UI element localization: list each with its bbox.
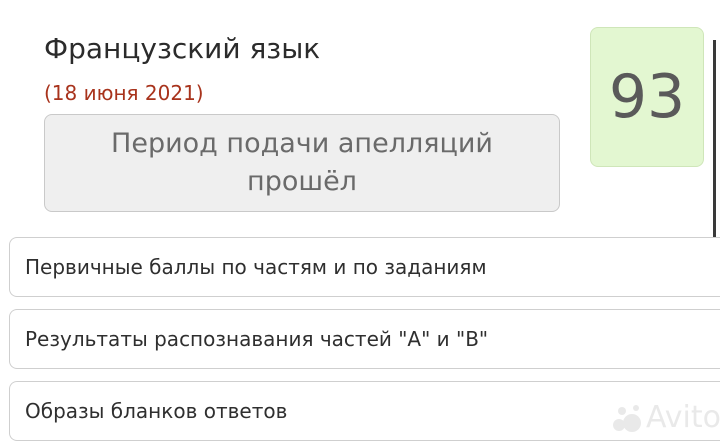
card-edge-divider <box>713 40 716 240</box>
watermark: Avito <box>610 400 720 435</box>
exam-result-card: Французский язык (18 июня 2021) Период п… <box>0 0 720 448</box>
score-badge: 93 <box>590 27 704 167</box>
avito-logo-icon <box>613 404 641 432</box>
appeal-status-box: Период подачи апелляций прошёл <box>44 114 560 212</box>
section-label: Первичные баллы по частям и по заданиям <box>25 255 487 279</box>
section-label: Образы бланков ответов <box>25 399 288 423</box>
section-label: Результаты распознавания частей "A" и "B… <box>25 327 489 351</box>
score-value: 93 <box>608 62 686 132</box>
section-recognition-results[interactable]: Результаты распознавания частей "A" и "B… <box>9 309 720 369</box>
appeal-status-text: Период подачи апелляций прошёл <box>111 128 493 197</box>
section-primary-scores[interactable]: Первичные баллы по частям и по заданиям <box>9 237 720 297</box>
subject-title: Французский язык <box>44 32 321 65</box>
watermark-text: Avito <box>646 400 720 435</box>
exam-date: (18 июня 2021) <box>44 81 204 105</box>
